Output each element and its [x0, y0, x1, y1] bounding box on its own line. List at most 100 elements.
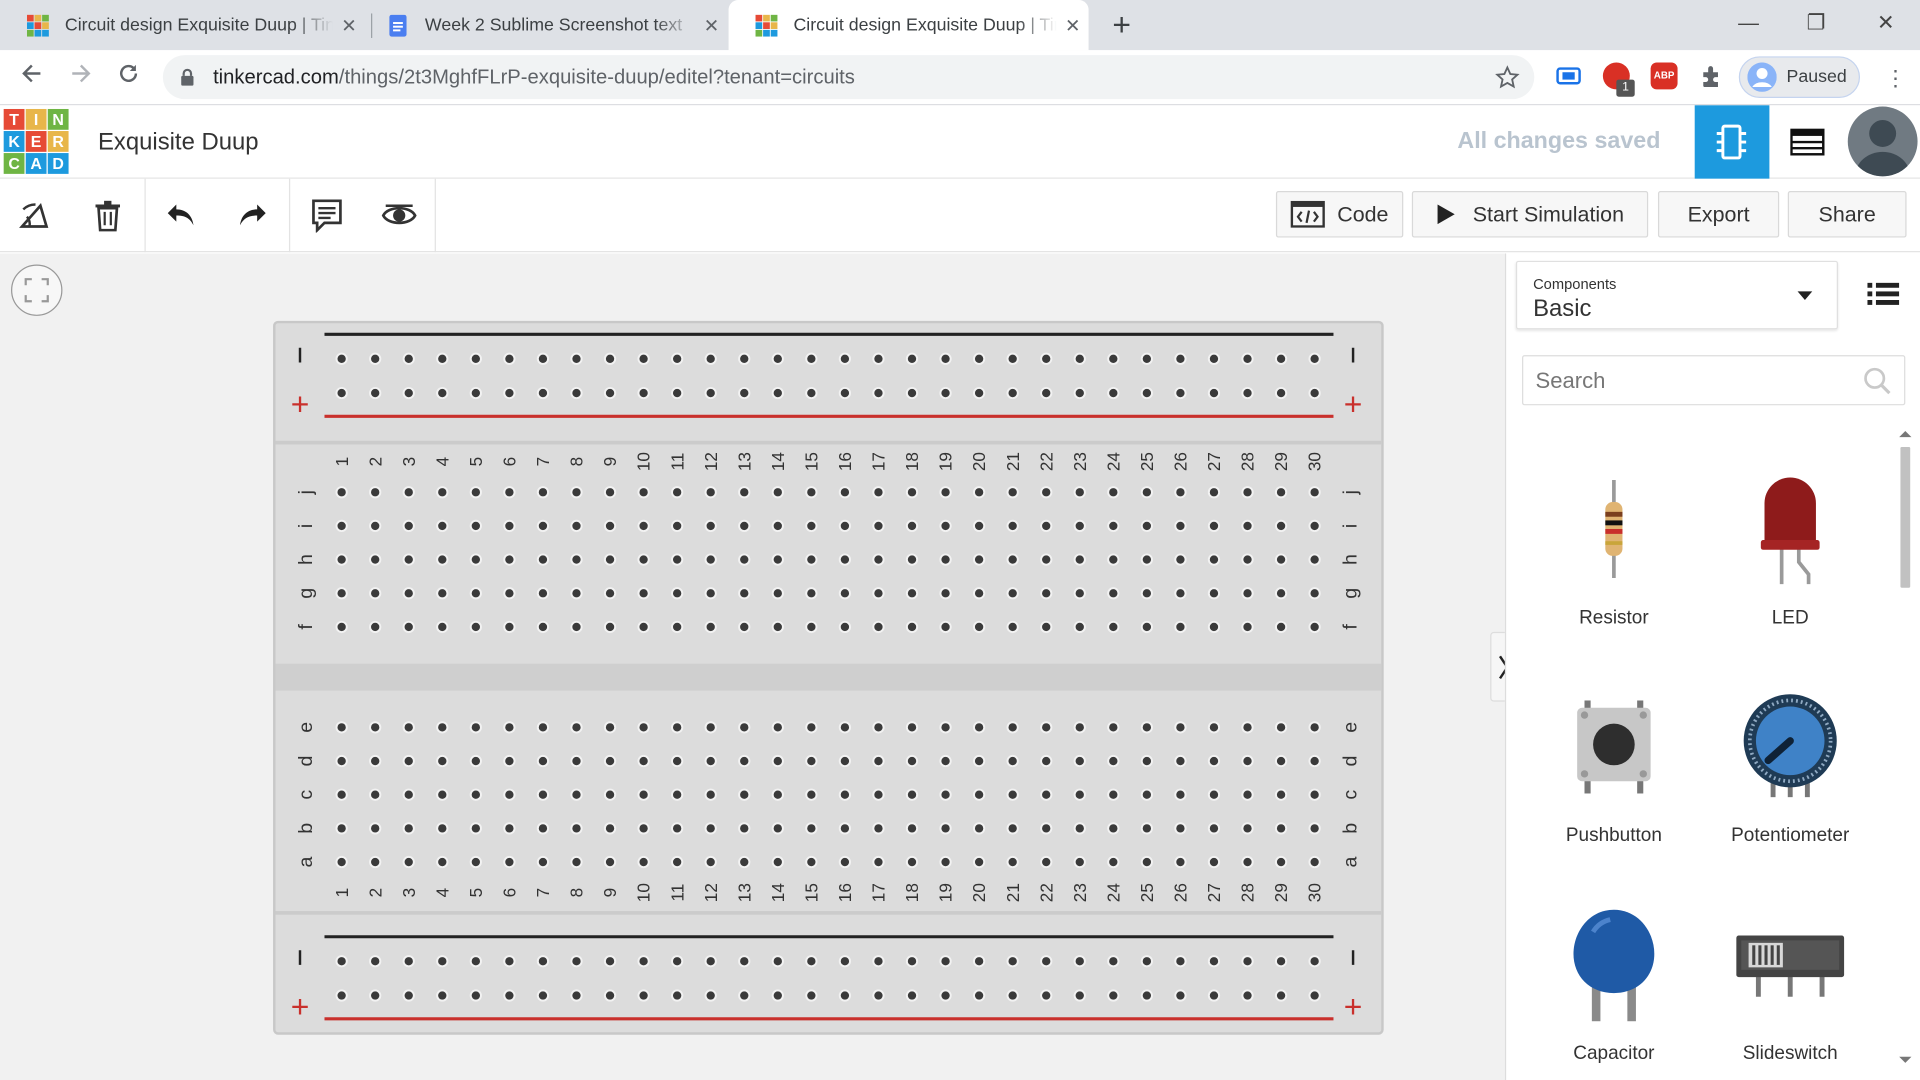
- column-label: 23: [1070, 452, 1090, 471]
- component-tile-pushbutton[interactable]: Pushbutton: [1526, 673, 1702, 847]
- terminal-hole: [838, 519, 852, 533]
- search-icon: [1864, 367, 1891, 395]
- panel-scrollbar[interactable]: [1897, 429, 1914, 1080]
- terminal-hole: [905, 721, 919, 734]
- terminal-hole: [1040, 519, 1053, 533]
- column-label: 6: [500, 888, 520, 898]
- tab-close-icon[interactable]: ✕: [696, 14, 728, 36]
- logo-letter: I: [25, 108, 47, 130]
- workplane-canvas[interactable]: + + + +1 2 3 4 5 6 7 8 9 10 11 12 13 14 15 16 17 18 19 20 21 22 2…: [0, 253, 1518, 1080]
- terminal-hole: [603, 519, 617, 533]
- redo-button[interactable]: [230, 193, 274, 237]
- maximize-button[interactable]: ❐: [1788, 7, 1844, 39]
- row-label: g: [295, 588, 317, 599]
- rail-hole: [671, 352, 684, 365]
- minimize-button[interactable]: —: [1720, 7, 1776, 39]
- rail-hole: [972, 352, 986, 365]
- delete-button[interactable]: [86, 193, 130, 237]
- toolbar-divider: [434, 178, 436, 253]
- column-label: 17: [869, 452, 889, 471]
- back-button[interactable]: [15, 61, 49, 95]
- scrollbar-thumb[interactable]: [1900, 446, 1911, 588]
- component-search[interactable]: [1522, 355, 1906, 406]
- rail-hole: [637, 989, 650, 1002]
- terminal-hole: [1006, 620, 1019, 634]
- terminal-hole: [671, 822, 684, 835]
- new-tab-button[interactable]: +: [1104, 7, 1138, 41]
- browser-toolbar: tinkercad.com/things/2t3MghfFLrP-exquisi…: [0, 50, 1920, 106]
- rail-hole: [637, 352, 650, 365]
- terminal-hole: [637, 620, 650, 634]
- adblock-icon[interactable]: ABP: [1650, 62, 1678, 90]
- address-bar[interactable]: tinkercad.com/things/2t3MghfFLrP-exquisi…: [162, 55, 1535, 100]
- terminal-hole: [838, 754, 852, 768]
- list-view-icon[interactable]: [1867, 280, 1900, 307]
- tinkercad-logo[interactable]: T I N K E R C A D: [3, 108, 69, 174]
- terminal-hole: [402, 587, 415, 600]
- tab-title: Circuit design Exquisite Duup | Tinkerca…: [64, 15, 333, 35]
- profile-button[interactable]: Paused: [1738, 56, 1861, 98]
- terminal-hole: [1140, 587, 1153, 600]
- terminal-hole: [335, 788, 348, 801]
- rail-hole: [771, 386, 784, 400]
- circuit-view-button[interactable]: [1694, 105, 1770, 179]
- terminal-hole: [1040, 754, 1053, 768]
- browser-menu-icon[interactable]: ⋮: [1878, 61, 1912, 95]
- component-tile-potentiometer[interactable]: Potentiometer: [1702, 673, 1878, 847]
- breadboard[interactable]: + + + +1 2 3 4 5 6 7 8 9 10 11 12 13 14 15 16 17 18 19 20 21 22 2…: [273, 320, 1384, 1035]
- browser-tab-active[interactable]: Circuit design Exquisite Duup | Tinkerca…: [728, 0, 1089, 51]
- terminal-hole: [1241, 519, 1254, 533]
- column-label: 6: [500, 457, 520, 467]
- terminal-hole: [738, 754, 751, 768]
- share-button[interactable]: Share: [1787, 191, 1907, 238]
- component-tile-led[interactable]: LED: [1702, 456, 1878, 630]
- column-label: 25: [1137, 452, 1157, 471]
- reload-button[interactable]: [111, 61, 145, 95]
- undo-button[interactable]: [159, 193, 203, 237]
- code-button[interactable]: Code: [1275, 191, 1404, 238]
- rail-hole: [704, 989, 717, 1002]
- terminal-hole: [838, 553, 852, 566]
- start-simulation-button[interactable]: Start Simulation: [1411, 191, 1649, 238]
- terminal-hole: [771, 553, 784, 566]
- forward-button[interactable]: [64, 61, 98, 95]
- terminal-hole: [469, 788, 482, 801]
- component-label: Slideswitch: [1742, 1043, 1838, 1065]
- window-close-button[interactable]: ✕: [1858, 7, 1914, 39]
- terminal-hole: [738, 620, 751, 634]
- tab-close-icon[interactable]: ✕: [1057, 14, 1089, 36]
- dropdown-arrow-icon: [1797, 291, 1813, 301]
- cast-extension-icon[interactable]: [1555, 62, 1582, 89]
- scroll-up-arrow-icon[interactable]: [1899, 431, 1912, 438]
- scroll-down-arrow-icon[interactable]: [1899, 1056, 1912, 1063]
- rail-hole: [1073, 989, 1086, 1002]
- extensions-puzzle-icon[interactable]: [1698, 62, 1725, 89]
- component-category-select[interactable]: Components Basic: [1515, 260, 1838, 330]
- terminal-hole: [1174, 754, 1187, 768]
- export-button[interactable]: Export: [1657, 191, 1780, 238]
- visibility-button[interactable]: [377, 193, 421, 237]
- notes-button[interactable]: [305, 193, 349, 237]
- browser-tab[interactable]: Week 2 Sublime Screenshot text ✕: [360, 0, 727, 50]
- rail-hole: [1207, 955, 1221, 968]
- fit-view-button[interactable]: [11, 264, 63, 316]
- column-label: 13: [734, 883, 754, 902]
- terminal-hole: [503, 855, 516, 869]
- component-list-view-button[interactable]: [1769, 105, 1844, 178]
- terminal-hole: [1073, 855, 1086, 869]
- browser-tab[interactable]: Circuit design Exquisite Duup | Tinkerca…: [0, 0, 365, 50]
- component-tile-capacitor[interactable]: Capacitor: [1526, 891, 1702, 1065]
- rail-hole: [1140, 955, 1153, 968]
- terminal-hole: [1040, 822, 1053, 835]
- terminal-hole: [838, 855, 852, 869]
- design-title[interactable]: Exquisite Duup: [98, 129, 259, 157]
- column-label: 10: [634, 883, 654, 902]
- rail-hole: [1006, 989, 1019, 1002]
- user-avatar[interactable]: [1847, 106, 1918, 177]
- bookmark-star-icon[interactable]: [1495, 65, 1520, 89]
- rotate-button[interactable]: [15, 193, 59, 237]
- component-tile-resistor[interactable]: Resistor: [1526, 456, 1702, 630]
- component-tile-slideswitch[interactable]: Slideswitch: [1702, 891, 1878, 1065]
- search-input[interactable]: [1535, 366, 1854, 396]
- url-text[interactable]: tinkercad.com/things/2t3MghfFLrP-exquisi…: [213, 66, 855, 89]
